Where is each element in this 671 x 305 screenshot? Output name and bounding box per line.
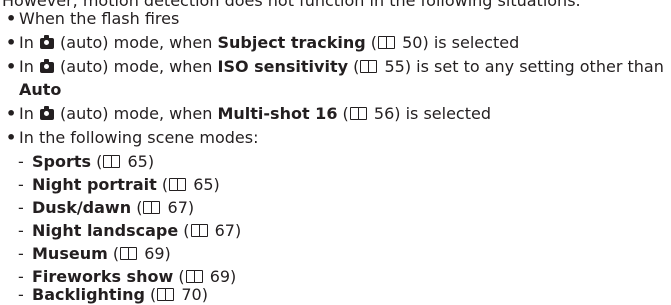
scene-mode-name: Night landscape — [32, 221, 179, 240]
bullet-text: When the flash fires — [19, 9, 180, 28]
page-ref: 67 — [214, 221, 235, 240]
scene-mode-name: Backlighting — [32, 285, 145, 304]
page-ref: 50 — [402, 33, 423, 52]
page-ref: 55 — [384, 57, 405, 76]
scene-mode-name: Museum — [32, 244, 108, 263]
camera-auto-icon — [39, 106, 54, 120]
bullet-dot: • — [6, 57, 17, 76]
camera-auto-icon — [39, 59, 54, 73]
page-ref: 67 — [167, 198, 188, 217]
scene-mode-item: - Museum ( 69) — [18, 244, 171, 263]
setting-name: Multi-shot 16 — [217, 104, 338, 123]
book-reference-icon — [169, 178, 187, 191]
scene-mode-item: - Dusk/dawn ( 67) — [18, 198, 195, 217]
scene-mode-item: - Backlighting ( 70) — [18, 285, 208, 304]
page-ref: 65 — [127, 152, 148, 171]
book-reference-icon — [157, 288, 175, 301]
book-reference-icon — [185, 270, 204, 283]
scene-mode-name: Fireworks show — [32, 267, 174, 286]
bullet-text: In (auto) mode, when Multi-shot 16 ( 56)… — [19, 104, 491, 123]
book-reference-icon — [120, 247, 138, 260]
bullet-text: In (auto) mode, when Subject tracking ( … — [19, 33, 520, 52]
page-ref: 69 — [144, 244, 165, 263]
scene-mode-item: - Night landscape ( 67) — [18, 221, 242, 240]
scene-mode-name: Night portrait — [32, 175, 157, 194]
setting-value: Auto — [19, 80, 62, 99]
book-reference-icon — [143, 201, 161, 214]
book-reference-icon — [360, 60, 378, 73]
page-ref: 56 — [373, 104, 395, 123]
camera-auto-icon — [39, 35, 54, 49]
page-ref: 65 — [193, 175, 214, 194]
bullet-dot: • — [6, 33, 17, 52]
setting-name: Subject tracking — [217, 33, 366, 52]
setting-name: ISO sensitivity — [217, 57, 349, 76]
bullet-text: In (auto) mode, when ISO sensitivity ( 5… — [19, 57, 664, 76]
book-reference-icon — [190, 224, 209, 237]
book-reference-icon — [378, 36, 396, 49]
bullet-dot: • — [6, 104, 17, 123]
manual-page: However, motion detection does not funct… — [0, 0, 671, 304]
bullet-dot: • — [6, 9, 17, 28]
scene-mode-item: - Night portrait ( 65) — [18, 175, 220, 194]
bullet-dot: • — [6, 128, 17, 147]
scene-mode-item: - Fireworks show ( 69) — [18, 267, 237, 286]
bullet-text: In the following scene modes: — [19, 128, 259, 147]
scene-mode-item: - Sports ( 65) — [18, 152, 155, 171]
scene-mode-name: Sports — [32, 152, 92, 171]
book-reference-icon — [103, 155, 121, 168]
scene-mode-name: Dusk/dawn — [32, 198, 132, 217]
page-ref: 69 — [209, 267, 231, 286]
page-ref: 70 — [181, 285, 202, 304]
book-reference-icon — [349, 107, 368, 120]
